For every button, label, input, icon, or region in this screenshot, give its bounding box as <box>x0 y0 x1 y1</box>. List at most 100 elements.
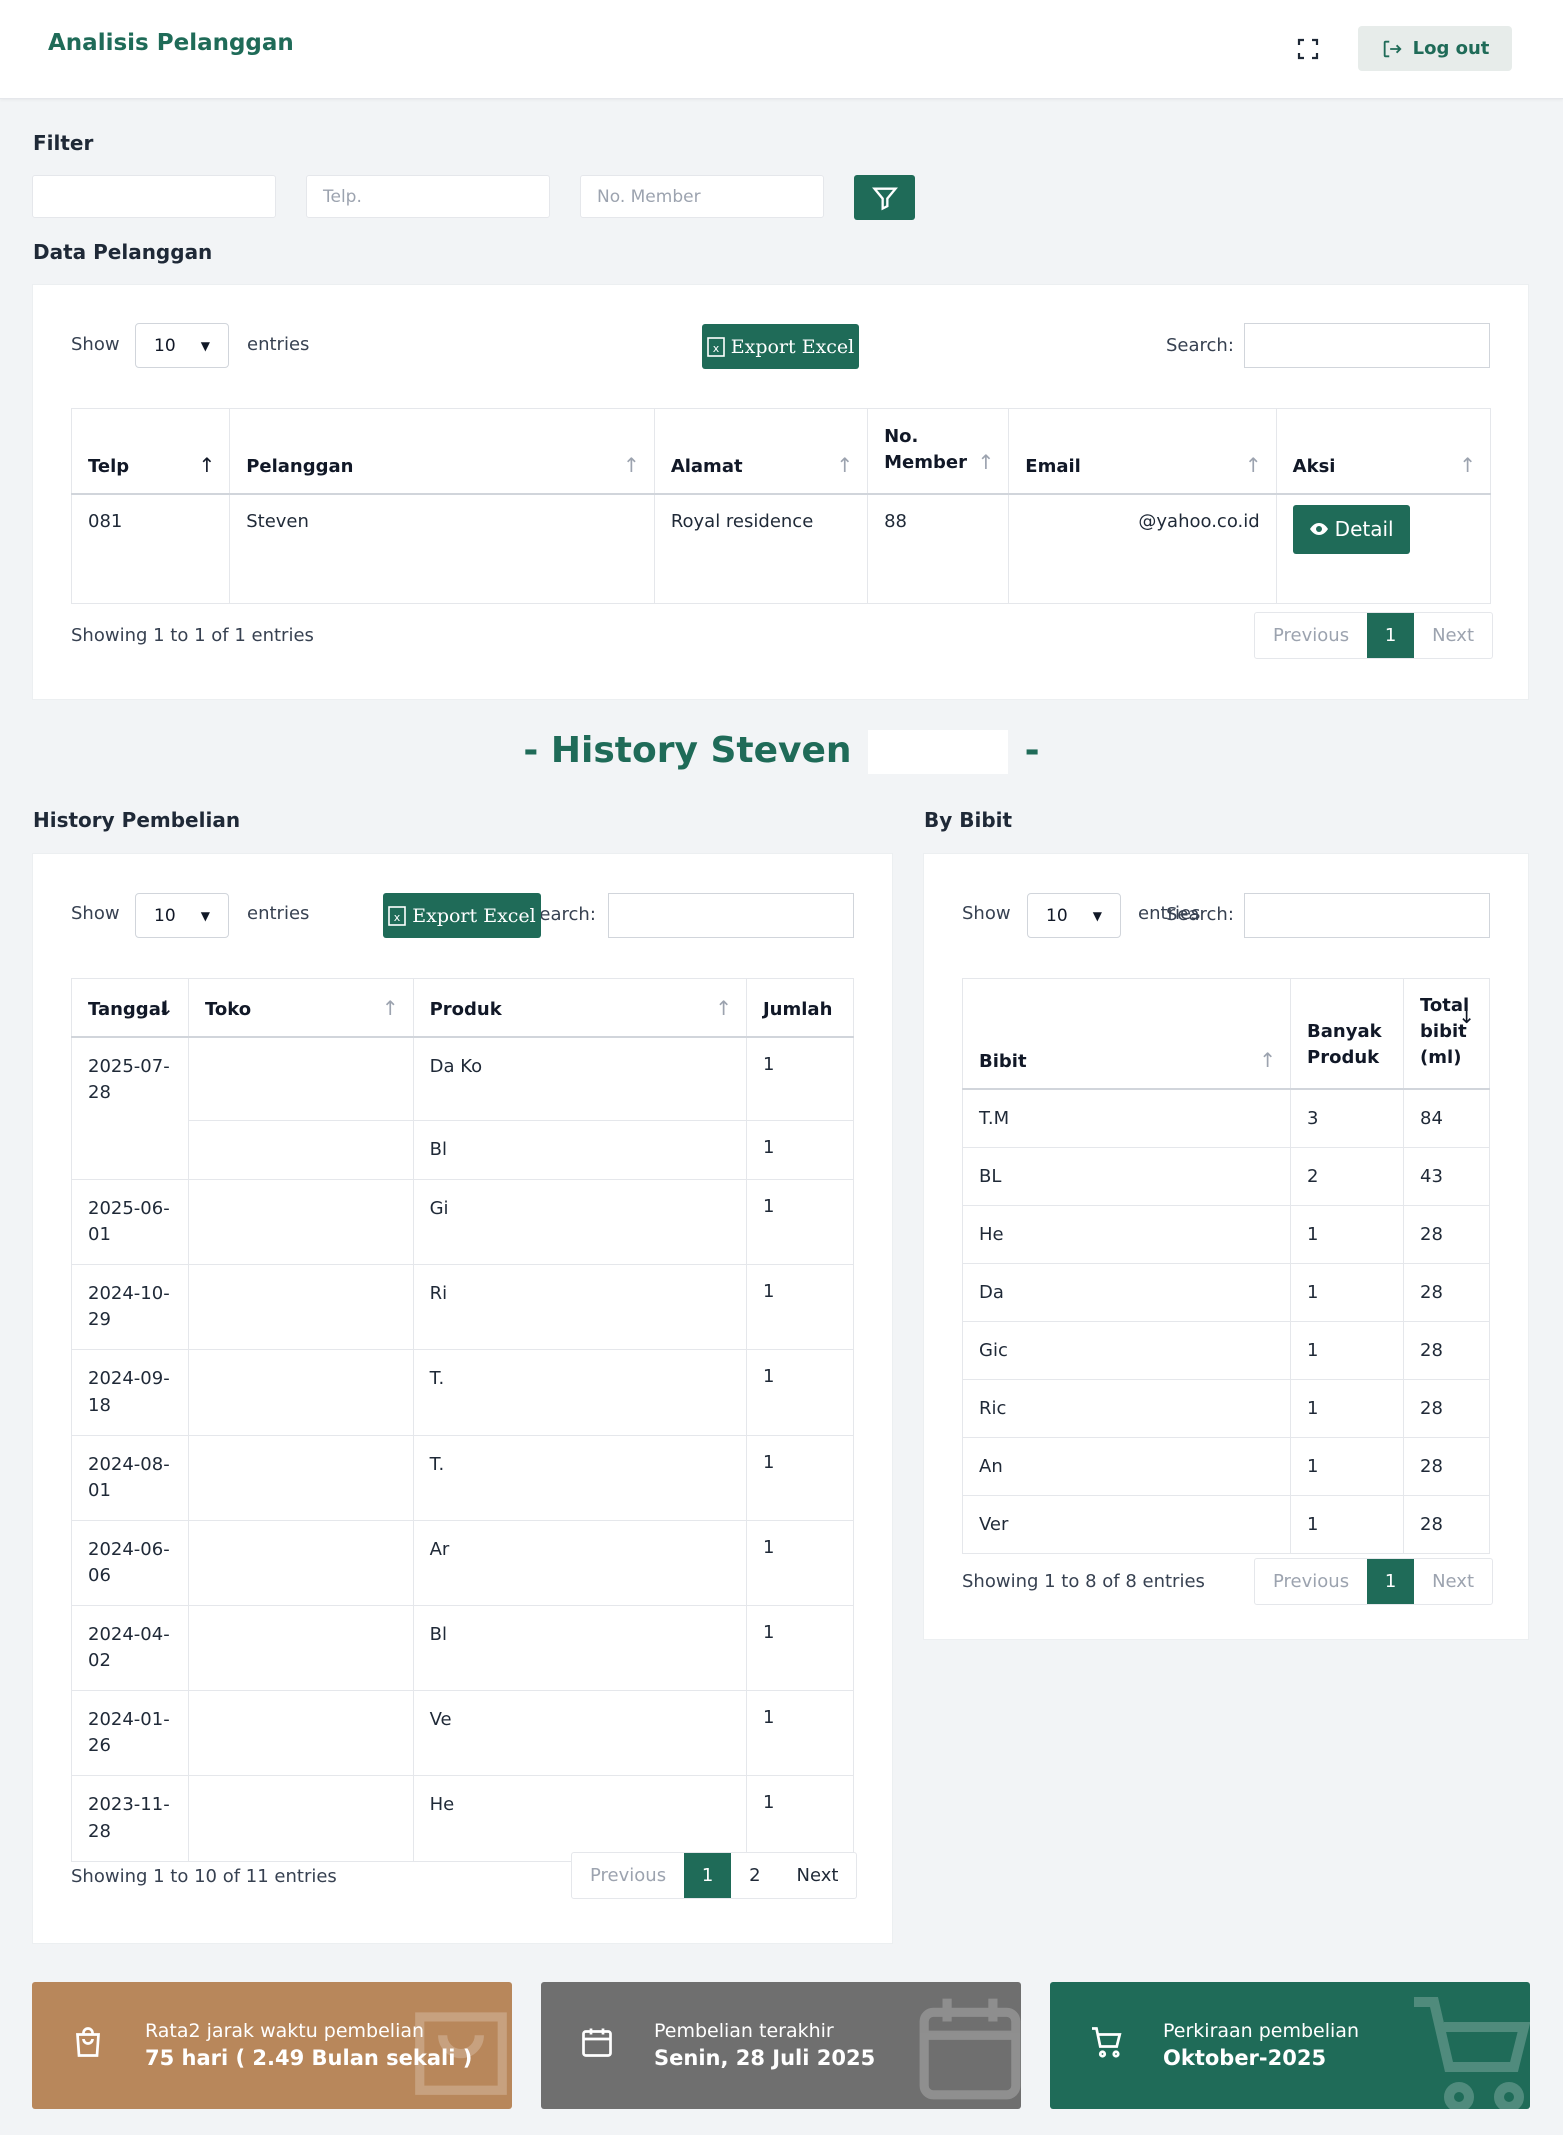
stat-card-last-purchase: Pembelian terakhir Senin, 28 Juli 2025 <box>541 1982 1021 2109</box>
cell-total: 28 <box>1403 1378 1490 1438</box>
history-pembelian-title: History Pembelian <box>33 808 241 832</box>
col-bibit[interactable]: Bibit ↑ <box>961 978 1292 1090</box>
cell-toko <box>187 1179 414 1266</box>
cell-produk: Ri <box>412 1264 747 1351</box>
col-toko[interactable]: Toko ↑ <box>187 978 414 1038</box>
member-filter-input[interactable]: No. Member <box>580 175 824 218</box>
col-tanggal[interactable]: Tanggal ↓ <box>71 978 189 1038</box>
cell-produk: Bl <box>412 1119 747 1181</box>
app-title: Analisis Pelanggan <box>48 30 294 56</box>
table-row: He 1 28 <box>961 1204 1490 1264</box>
calendar-icon <box>582 2028 612 2057</box>
cell-jumlah: 1 <box>745 1434 855 1521</box>
col-telp[interactable]: Telp ↑ <box>70 408 231 495</box>
cell-pelanggan: Steven <box>229 493 655 604</box>
customer-search-input[interactable] <box>1244 323 1490 368</box>
page-length-select[interactable]: 10 ▼ <box>1027 893 1121 938</box>
table-row: 2024-01-26 Ve 1 <box>71 1690 855 1777</box>
shopping-bag-icon <box>415 2012 507 2095</box>
page-1-button[interactable]: 1 <box>1367 613 1415 658</box>
cell-banyak: 1 <box>1290 1262 1405 1322</box>
page-2-button[interactable]: 2 <box>731 1853 778 1898</box>
next-button[interactable]: Next <box>1414 1559 1492 1604</box>
cell-tanggal: 2024-01-26 <box>71 1690 189 1777</box>
history-search-input[interactable] <box>608 893 854 938</box>
show-label: Show <box>71 334 120 355</box>
table-row: 2023-11-28 He 1 <box>71 1775 855 1862</box>
page-length-select[interactable]: 10 ▼ <box>135 893 229 938</box>
filter-button[interactable] <box>854 175 915 220</box>
table-row: 2024-06-06 Ar 1 <box>71 1519 855 1607</box>
col-jumlah[interactable]: Jumlah <box>745 978 855 1038</box>
cell-telp: 081 <box>70 493 231 604</box>
fullscreen-icon[interactable] <box>1296 37 1320 61</box>
chevron-down-icon: ▼ <box>1092 908 1102 923</box>
logout-button[interactable]: Log out <box>1358 26 1512 71</box>
page-length-select[interactable]: 10 ▼ <box>135 323 229 368</box>
col-email[interactable]: Email ↑ <box>1008 408 1277 495</box>
cell-bibit: BL <box>961 1146 1292 1206</box>
eye-icon <box>1309 523 1328 535</box>
table-row: An 1 28 <box>961 1436 1490 1496</box>
cell-produk: Gi <box>412 1179 747 1266</box>
prev-button[interactable]: Previous <box>1255 613 1367 658</box>
detail-button[interactable]: Detail <box>1292 504 1410 554</box>
prev-button[interactable]: Previous <box>572 1853 684 1898</box>
cell-total: 28 <box>1403 1436 1490 1496</box>
stat-value: Senin, 28 Juli 2025 <box>654 2046 876 2070</box>
cell-tanggal: 2025-06-01 <box>71 1179 189 1266</box>
customer-table-info: Showing 1 to 1 of 1 entries <box>71 625 314 646</box>
page-1-button[interactable]: 1 <box>684 1853 732 1898</box>
detail-label: Detail <box>1334 517 1394 541</box>
cell-toko <box>187 1434 414 1521</box>
cell-bibit: Gic <box>961 1320 1292 1380</box>
name-filter-input[interactable] <box>32 175 276 218</box>
history-title-prefix: - History Steven <box>523 730 852 771</box>
calendar-icon <box>919 1998 1021 2100</box>
cell-tanggal: 2023-11-28 <box>71 1775 189 1862</box>
page-1-button[interactable]: 1 <box>1367 1559 1415 1604</box>
search-label: Search: <box>1166 904 1234 925</box>
chevron-down-icon: ▼ <box>200 908 210 923</box>
cell-total: 28 <box>1403 1204 1490 1264</box>
col-aksi[interactable]: Aksi ↑ <box>1275 408 1492 495</box>
cell-produk: Bl <box>412 1605 747 1692</box>
cell-banyak: 2 <box>1290 1146 1405 1206</box>
next-button[interactable]: Next <box>1414 613 1492 658</box>
next-button[interactable]: Next <box>779 1853 857 1898</box>
export-excel-button[interactable]: x Export Excel <box>702 324 859 369</box>
table-row: 081 Steven Royal residence 88 @yahoo.co.… <box>70 493 1492 604</box>
cell-jumlah: 1 <box>745 1119 855 1181</box>
col-pelanggan[interactable]: Pelanggan ↑ <box>229 408 655 495</box>
cell-bibit: T.M <box>961 1088 1292 1148</box>
cell-produk: Ve <box>412 1690 747 1777</box>
col-produk[interactable]: Produk ↑ <box>412 978 747 1038</box>
col-banyak-produk[interactable]: Banyak Produk <box>1290 978 1405 1090</box>
stat-label: Perkiraan pembelian <box>1163 2020 1359 2042</box>
by-bibit-title: By Bibit <box>924 808 1013 832</box>
cell-jumlah: 1 <box>745 1036 855 1121</box>
history-table: Tanggal ↓ Toko ↑ Produk ↑ Jumlah 2025-07-28… <box>71 978 855 1862</box>
col-total-bibit[interactable]: Total bibit (ml) ↓ <box>1403 978 1490 1090</box>
cell-tanggal: 2024-04-02 <box>71 1605 189 1692</box>
cell-banyak: 1 <box>1290 1320 1405 1380</box>
prev-button[interactable]: Previous <box>1255 1559 1367 1604</box>
bibit-search-input[interactable] <box>1244 893 1490 938</box>
cell-toko <box>187 1605 414 1692</box>
chevron-down-icon: ▼ <box>200 338 210 353</box>
stat-label: Rata2 jarak waktu pembelian <box>145 2020 425 2042</box>
cell-banyak: 3 <box>1290 1088 1405 1148</box>
cell-banyak: 1 <box>1290 1378 1405 1438</box>
col-alamat[interactable]: Alamat ↑ <box>653 408 869 495</box>
cell-tanggal: 2024-10-29 <box>71 1264 189 1351</box>
stat-card-forecast: Perkiraan pembelian Oktober-2025 <box>1050 1982 1530 2109</box>
cell-total: 28 <box>1403 1320 1490 1380</box>
telp-filter-input[interactable]: Telp. <box>306 175 550 218</box>
cell-banyak: 1 <box>1290 1494 1405 1554</box>
cell-toko <box>187 1775 414 1862</box>
col-member[interactable]: No. Member ↑ <box>867 408 1010 495</box>
history-title: - History Steven - <box>0 730 1563 774</box>
logout-label: Log out <box>1412 38 1490 59</box>
table-row: BL 2 43 <box>961 1146 1490 1206</box>
export-excel-button[interactable]: x Export Excel <box>383 893 541 938</box>
